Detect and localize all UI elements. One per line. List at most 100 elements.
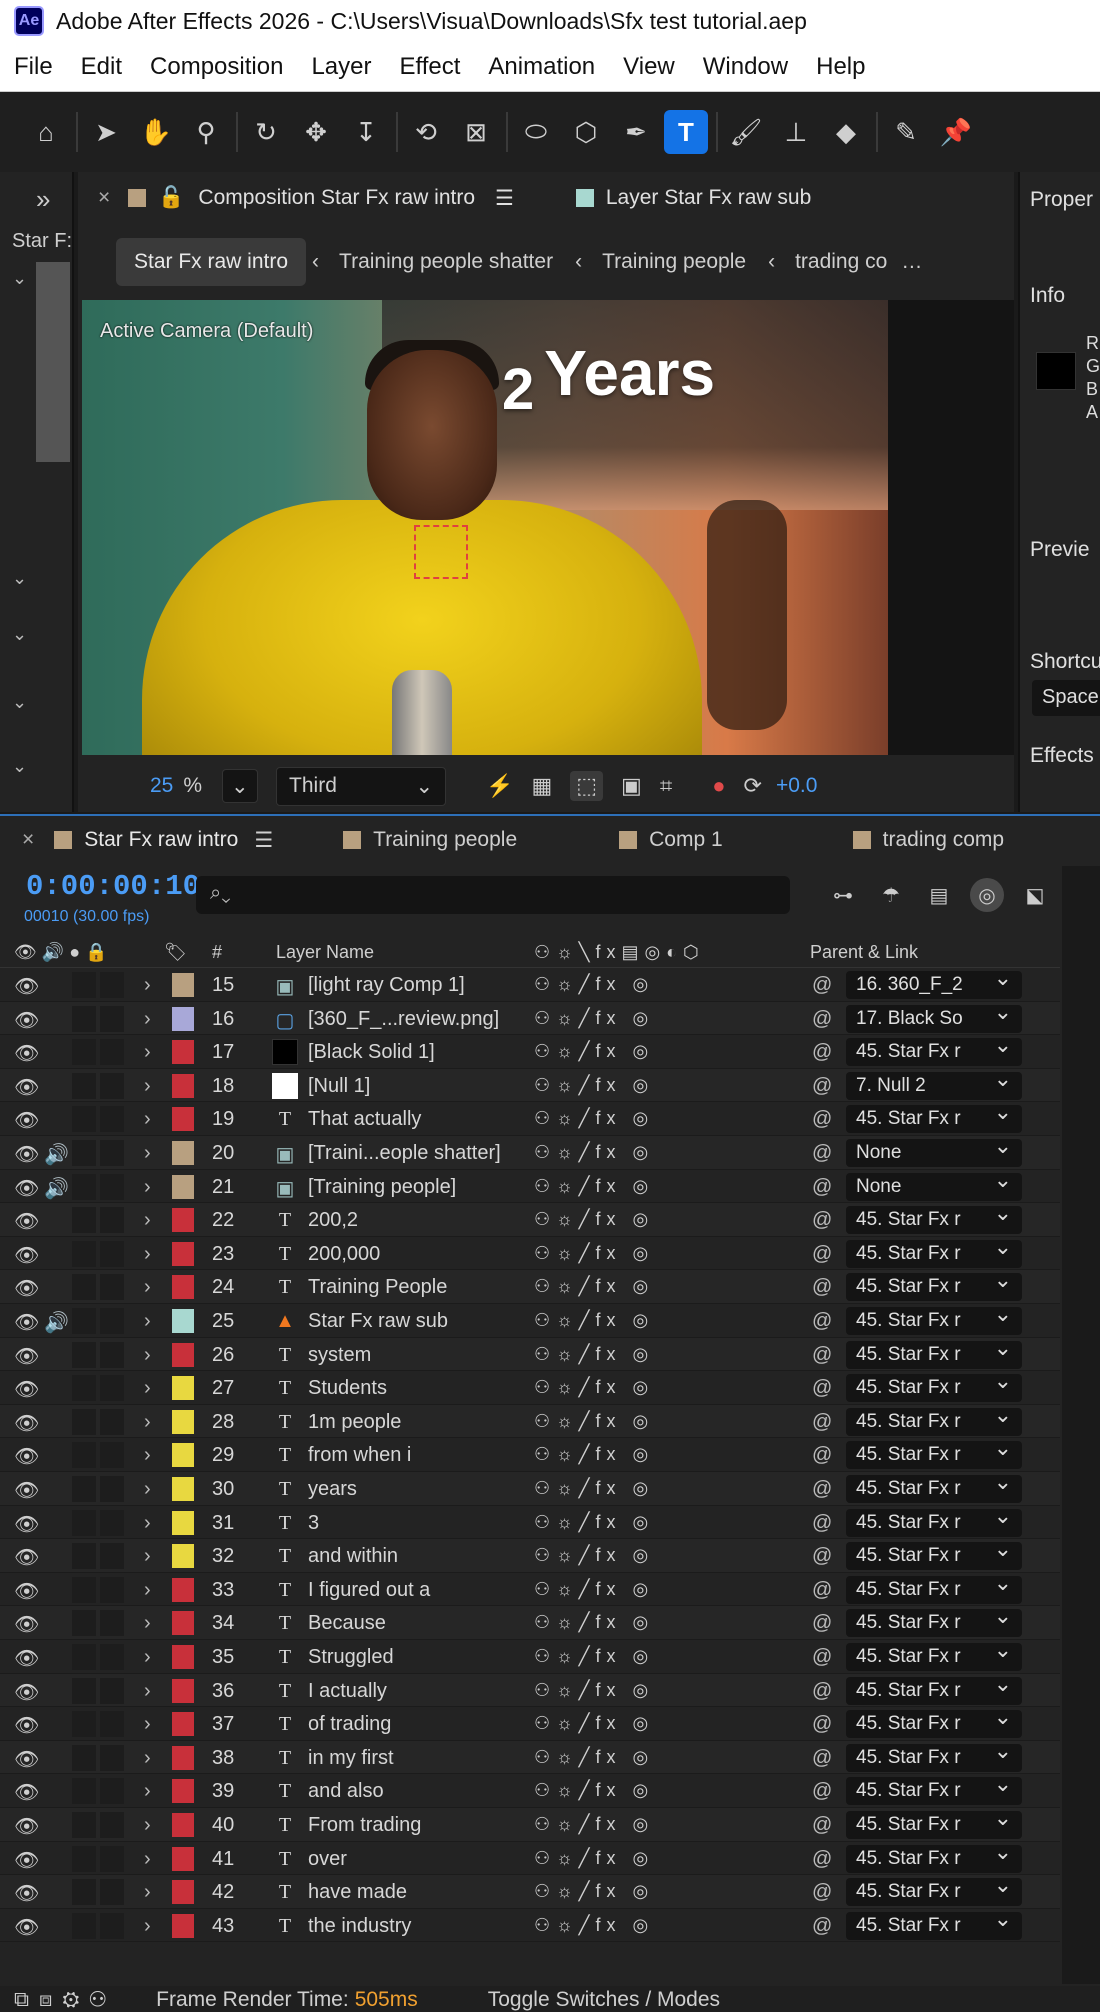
layer-row[interactable]: 👁 › 37 Tof trading ⚇☼╱fx ◎ @45. Star Fx r <box>0 1707 1060 1741</box>
lock-switch[interactable] <box>100 1543 124 1570</box>
layer-switches[interactable]: ⚇☼╱fx ◎ <box>534 1478 654 1499</box>
menu-effect[interactable]: Effect <box>385 53 474 81</box>
layer-switches[interactable]: ⚇☼╱fx ◎ <box>534 1411 654 1432</box>
pick-whip-icon[interactable]: @ <box>812 1713 832 1736</box>
parent-dropdown[interactable]: 7. Null 2 <box>846 1071 1022 1100</box>
visibility-icon[interactable]: 👁 <box>14 1108 39 1133</box>
lock-switch[interactable] <box>100 1308 124 1334</box>
pick-whip-icon[interactable]: @ <box>812 1444 832 1467</box>
pick-whip-icon[interactable]: @ <box>812 1108 832 1131</box>
eraser-icon[interactable]: ◆ <box>824 110 868 154</box>
visibility-icon[interactable]: 👁 <box>14 974 39 999</box>
layer-switches[interactable]: ⚇☼╱fx ◎ <box>534 1612 654 1633</box>
visibility-icon[interactable]: 👁 <box>14 1646 39 1671</box>
chevron-down-icon[interactable]: ⌄ <box>12 268 27 289</box>
parent-dropdown[interactable]: 45. Star Fx r <box>846 1105 1022 1134</box>
layer-switches[interactable]: ⚇☼╱fx ◎ <box>534 1915 654 1936</box>
lock-switch[interactable] <box>100 1408 124 1435</box>
parent-dropdown[interactable]: 45. Star Fx r <box>846 1374 1022 1403</box>
layer-name[interactable]: [light ray Comp 1] <box>308 974 465 997</box>
close-icon[interactable]: × <box>98 186 110 210</box>
expand-chevron-icon[interactable]: › <box>144 1814 151 1837</box>
tab-trading-comp[interactable]: trading comp <box>852 828 1004 852</box>
lock-switch[interactable] <box>100 1711 124 1738</box>
label-color[interactable] <box>172 1712 194 1737</box>
zoom-icon[interactable]: ⚲ <box>184 110 228 154</box>
solo-switch[interactable] <box>72 1879 96 1906</box>
mask-path-icon[interactable]: ⬚ <box>570 771 604 801</box>
visibility-icon[interactable]: 👁 <box>14 1243 39 1268</box>
menu-help[interactable]: Help <box>802 53 879 81</box>
parent-dropdown[interactable]: 45. Star Fx r <box>846 1239 1022 1268</box>
solo-switch[interactable] <box>72 1711 96 1738</box>
layer-name[interactable]: Training People <box>308 1276 447 1299</box>
expand-chevron-icon[interactable]: › <box>144 1612 151 1635</box>
pick-whip-icon[interactable]: @ <box>812 974 832 997</box>
expand-chevron-icon[interactable]: › <box>144 1142 151 1165</box>
layer-name[interactable]: Struggled <box>308 1646 394 1669</box>
layer-name[interactable]: and also <box>308 1780 384 1803</box>
label-color[interactable] <box>172 1107 194 1132</box>
layer-name[interactable]: years <box>308 1478 357 1501</box>
lock-switch[interactable] <box>100 1912 124 1939</box>
layer-switches[interactable]: ⚇☼╱fx ◎ <box>534 1680 654 1701</box>
layer-switches[interactable]: ⚇☼╱fx ◎ <box>534 1041 654 1062</box>
lock-switch[interactable] <box>100 972 124 998</box>
layer-row[interactable]: 👁 🔊 › 21 ▣ [Training people] ⚇☼╱fx ◎ @ None <box>0 1169 1060 1204</box>
layer-row[interactable]: 👁 › 28 T 1m people ⚇☼╱fx ◎ @45. Star Fx r <box>0 1404 1060 1439</box>
pen-icon[interactable]: ✒ <box>614 110 658 154</box>
parent-dropdown[interactable]: 45. Star Fx r <box>846 1811 1022 1839</box>
layer-switches[interactable]: ⚇☼╱fx ◎ <box>534 1848 654 1869</box>
layer-name[interactable]: over <box>308 1848 347 1871</box>
layer-switches[interactable]: ⚇☼╱fx ◎ <box>534 1881 654 1902</box>
layer-name[interactable]: [Null 1] <box>308 1075 370 1098</box>
effects-panel-title[interactable]: Effects <box>1030 744 1094 768</box>
expand-chevron-icon[interactable]: › <box>144 1209 151 1232</box>
layer-name[interactable]: I actually <box>308 1680 387 1703</box>
visibility-icon[interactable]: 👁 <box>14 1848 39 1873</box>
menu-composition[interactable]: Composition <box>136 53 297 81</box>
parent-dropdown[interactable]: 45. Star Fx r <box>846 1777 1022 1806</box>
solo-switch[interactable] <box>72 1812 96 1838</box>
lock-switch[interactable] <box>100 1173 124 1200</box>
frame-blending-icon[interactable]: ▤ <box>922 878 956 912</box>
layer-name[interactable]: in my first <box>308 1747 394 1770</box>
solo-switch[interactable] <box>72 1442 96 1469</box>
layer-name[interactable]: I figured out a <box>308 1579 430 1602</box>
pick-whip-icon[interactable]: @ <box>812 1680 832 1703</box>
tab-training-people[interactable]: Training people <box>343 828 517 852</box>
label-color[interactable] <box>172 1913 194 1938</box>
solo-switch[interactable] <box>72 1240 96 1267</box>
expand-chevron-icon[interactable]: › <box>144 1041 151 1064</box>
graph-editor-icon[interactable]: ⬕ <box>1018 878 1052 912</box>
expand-chevron-icon[interactable]: › <box>144 974 151 997</box>
layer-switches[interactable]: ⚇☼╱fx ◎ <box>534 1108 654 1129</box>
solo-switch[interactable] <box>72 1744 96 1771</box>
parent-dropdown[interactable]: 45. Star Fx r <box>846 1575 1022 1604</box>
puppet-pin-icon[interactable]: 📌 <box>934 110 978 154</box>
solo-switch[interactable] <box>72 1912 96 1939</box>
layer-name[interactable]: 1m people <box>308 1411 401 1434</box>
parent-dropdown[interactable]: 45. Star Fx r <box>846 1441 1022 1470</box>
expand-chevron-icon[interactable]: › <box>144 1377 151 1400</box>
comp-flowchart-icon[interactable]: ⊶ <box>826 878 860 912</box>
scrollbar[interactable] <box>36 262 70 462</box>
solo-switch[interactable] <box>72 1039 96 1066</box>
layer-switches[interactable]: ⚇☼╱fx ◎ <box>534 1075 654 1096</box>
breadcrumb-item[interactable]: Training people shatter <box>339 250 553 274</box>
menu-file[interactable]: File <box>0 53 67 81</box>
expand-chevron-icon[interactable]: › <box>144 1411 151 1434</box>
pick-whip-icon[interactable]: @ <box>812 1209 832 1232</box>
menu-window[interactable]: Window <box>689 53 802 81</box>
label-color[interactable] <box>172 1073 194 1098</box>
lock-switch[interactable] <box>100 1879 124 1906</box>
type-icon[interactable]: T <box>664 110 708 154</box>
pick-whip-icon[interactable]: @ <box>812 1075 832 1098</box>
expand-panels-icon[interactable]: » <box>36 184 50 215</box>
exposure-value[interactable]: +0.0 <box>776 774 817 798</box>
more-icon[interactable]: … <box>901 250 922 274</box>
label-color[interactable] <box>172 1477 194 1501</box>
lock-switch[interactable] <box>100 1576 124 1603</box>
lock-icon[interactable]: 🔓 <box>158 186 184 210</box>
solo-switch[interactable] <box>72 972 96 998</box>
